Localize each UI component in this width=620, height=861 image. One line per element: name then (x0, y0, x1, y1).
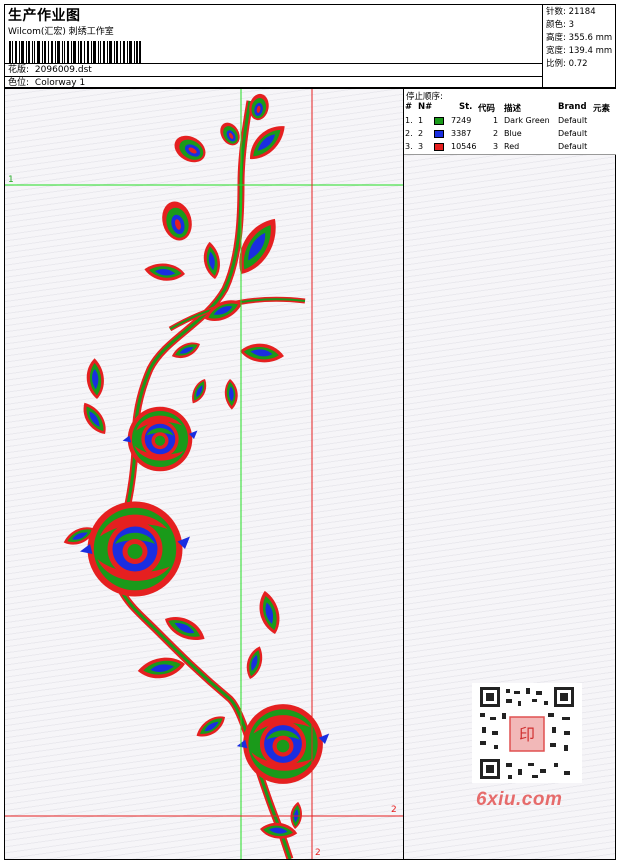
row-code: 2 (493, 129, 499, 138)
watermark-logo: 6xiu.com (476, 789, 563, 810)
row-needle: 3 (418, 142, 424, 151)
stat-width-value: 139.4 mm (568, 46, 613, 56)
col-header-stitches: St. (459, 102, 473, 112)
row-description: Dark Green (504, 116, 550, 125)
col-header-needle: N# (418, 102, 433, 112)
design-label: 花版: (8, 65, 30, 75)
row-code: 3 (493, 142, 499, 151)
stat-colors: 颜色: 3 (546, 19, 617, 32)
stat-scale-value: 0.72 (568, 59, 588, 69)
design-file-name: 2096009.dst (34, 65, 92, 75)
table-row[interactable]: 2. 2 3387 2 Blue Default (404, 129, 616, 141)
table-row[interactable]: 3. 3 10546 3 Red Default (404, 142, 616, 154)
col-header-index: # (405, 102, 413, 112)
red-guide-label-right: 2 (391, 805, 397, 815)
row-stitches: 10546 (451, 142, 477, 151)
row-brand: Default (558, 142, 588, 151)
stat-colors-label: 颜色: (546, 20, 566, 30)
qr-code: 印 (472, 683, 582, 783)
stat-scale-label: 比例: (546, 59, 566, 69)
color-swatch (434, 117, 444, 125)
row-stitches: 3387 (451, 129, 472, 138)
stat-width: 宽度: 139.4 mm (546, 45, 617, 58)
header-panel: 生产作业图 Wilcom(汇宏) 刺绣工作室 花版: 2096009.dst 色… (4, 4, 617, 89)
row-description: Blue (504, 129, 522, 138)
qr-code-image: 印 (472, 683, 582, 783)
row-index: 3. (405, 142, 413, 151)
row-needle: 2 (418, 129, 424, 138)
row-code: 1 (493, 116, 499, 125)
stat-height-label: 高度: (546, 33, 566, 43)
stat-colors-value: 3 (568, 20, 574, 30)
row-index: 2. (405, 129, 413, 138)
row-brand: Default (558, 116, 588, 125)
stat-height-value: 355.6 mm (568, 33, 613, 43)
row-brand: Default (558, 129, 588, 138)
col-header-element: 元素 (593, 104, 611, 114)
qr-stamp-text: 印 (519, 725, 535, 744)
stat-width-label: 宽度: (546, 46, 566, 56)
page-title: 生产作业图 (8, 8, 81, 24)
barcode-image (9, 41, 141, 63)
studio-name: Wilcom(汇宏) 刺绣工作室 (8, 27, 114, 37)
design-file-row: 花版: 2096009.dst (5, 63, 543, 76)
stat-stitches-label: 针数: (546, 7, 566, 17)
colorway-label: 色位: (8, 78, 30, 88)
stop-sequence-table: 停止顺序: # N# St. 代码 描述 Brand 元素 1. 1 7249 … (404, 89, 616, 155)
design-stats: 针数: 21184 颜色: 3 高度: 355.6 mm 宽度: 139.4 m… (543, 5, 617, 89)
header-info: 生产作业图 Wilcom(汇宏) 刺绣工作室 花版: 2096009.dst 色… (5, 5, 543, 89)
row-description: Red (504, 142, 520, 151)
stop-sequence-heading: 停止顺序: (406, 92, 443, 102)
stat-stitches-value: 21184 (568, 7, 596, 17)
embroidery-design (5, 89, 403, 859)
color-swatch (434, 130, 444, 138)
col-header-description: 描述 (504, 104, 522, 114)
col-header-code: 代码 (478, 104, 496, 114)
table-row[interactable]: 1. 1 7249 1 Dark Green Default (404, 116, 616, 128)
stat-stitches: 针数: 21184 (546, 6, 617, 19)
row-stitches: 7249 (451, 116, 472, 125)
design-canvas[interactable]: 1 2 2 (4, 88, 404, 860)
color-swatch (434, 143, 444, 151)
red-guide-label-bottom: 2 (315, 848, 321, 858)
row-index: 1. (405, 116, 413, 125)
stat-height: 高度: 355.6 mm (546, 32, 617, 45)
colorway-name: Colorway 1 (34, 78, 86, 88)
col-header-brand: Brand (558, 102, 587, 112)
row-needle: 1 (418, 116, 424, 125)
green-guide-label: 1 (8, 175, 14, 185)
stat-scale: 比例: 0.72 (546, 58, 617, 71)
